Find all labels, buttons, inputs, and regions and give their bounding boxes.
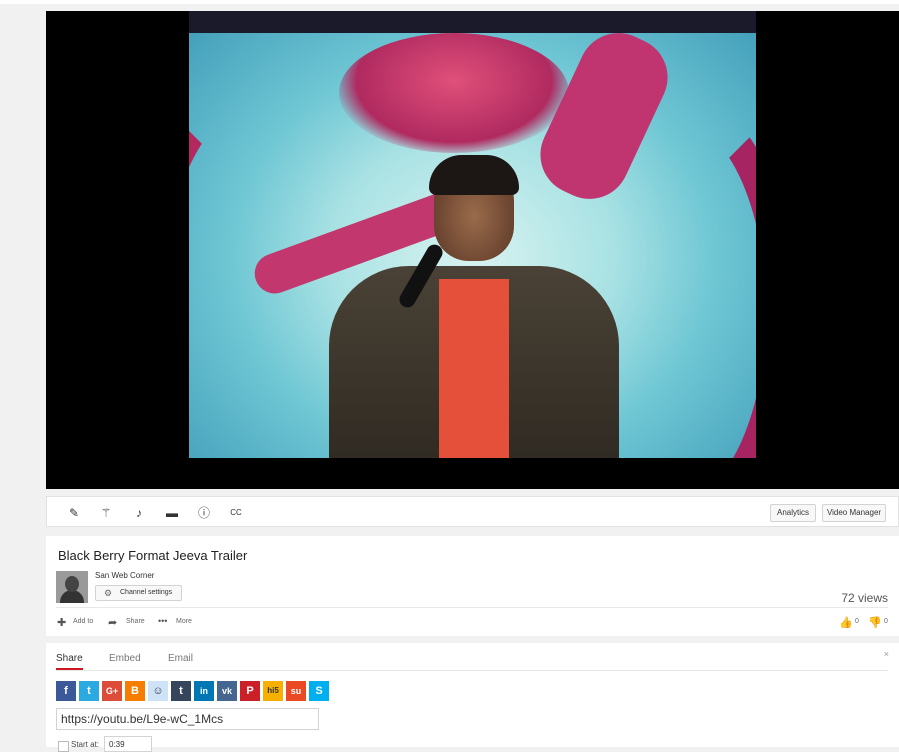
thumbs-up-icon[interactable]: 👍 xyxy=(839,616,853,629)
gear-icon: ⚙ xyxy=(104,588,113,598)
start-at-field[interactable] xyxy=(104,736,152,752)
more-dots-icon[interactable]: ••• xyxy=(158,616,167,626)
share-arrow-icon[interactable]: ➦ xyxy=(108,616,117,629)
twitter-share-button[interactable]: t xyxy=(79,681,99,701)
stumbleupon-share-button[interactable]: su xyxy=(286,681,306,701)
divider xyxy=(56,607,888,608)
captions-icon[interactable]: CC xyxy=(229,506,243,520)
more-button[interactable]: More xyxy=(176,618,192,625)
share-url-field[interactable] xyxy=(56,708,319,730)
channel-settings-button[interactable]: ⚙ Channel settings xyxy=(95,585,182,601)
magic-wand-icon[interactable]: ⚚ xyxy=(99,506,113,520)
video-frame[interactable] xyxy=(189,11,756,458)
analytics-button[interactable]: Analytics xyxy=(770,504,816,522)
start-at-label: Start at: xyxy=(71,740,100,749)
skype-share-button[interactable]: S xyxy=(309,681,329,701)
video-info-panel: Black Berry Format Jeeva Trailer San Web… xyxy=(46,536,899,636)
like-count: 0 xyxy=(855,618,859,625)
reddit-share-button[interactable]: ☺ xyxy=(148,681,168,701)
share-panel: Share Embed Email × ftG+B☺tinvkPhi5suS S… xyxy=(46,643,899,752)
music-note-icon[interactable]: ♪ xyxy=(132,506,146,520)
tab-email[interactable]: Email xyxy=(168,653,193,664)
linkedin-share-button[interactable]: in xyxy=(194,681,214,701)
facebook-share-button[interactable]: f xyxy=(56,681,76,701)
video-manager-button[interactable]: Video Manager xyxy=(822,504,886,522)
video-player[interactable] xyxy=(46,11,899,489)
video-edit-toolbar: ✎ ⚚ ♪ ▬ ⓘ CC Analytics Video Manager xyxy=(46,496,899,527)
tab-share[interactable]: Share xyxy=(56,653,83,664)
divider xyxy=(56,670,888,671)
plus-icon[interactable]: ✚ xyxy=(57,616,66,629)
view-count: 72 views xyxy=(841,591,888,605)
annotations-icon[interactable]: ▬ xyxy=(165,506,179,520)
channel-name[interactable]: San Web Corner xyxy=(95,571,154,580)
avatar[interactable] xyxy=(56,571,88,603)
top-strip xyxy=(0,0,899,4)
info-icon[interactable]: ⓘ xyxy=(197,506,211,520)
tab-embed[interactable]: Embed xyxy=(109,653,141,664)
blogger-share-button[interactable]: B xyxy=(125,681,145,701)
singer-figure xyxy=(329,155,619,458)
add-to-button[interactable]: Add to xyxy=(73,618,93,625)
google-plus-share-button[interactable]: G+ xyxy=(102,681,122,701)
share-button[interactable]: Share xyxy=(126,618,145,625)
thumbs-down-icon[interactable]: 👎 xyxy=(868,616,882,629)
vk-share-button[interactable]: vk xyxy=(217,681,237,701)
pencil-icon[interactable]: ✎ xyxy=(67,506,81,520)
pinterest-share-button[interactable]: P xyxy=(240,681,260,701)
video-title: Black Berry Format Jeeva Trailer xyxy=(58,548,248,563)
channel-settings-label: Channel settings xyxy=(120,589,173,596)
hi5-share-button[interactable]: hi5 xyxy=(263,681,283,701)
close-icon[interactable]: × xyxy=(884,649,889,659)
dislike-count: 0 xyxy=(884,618,888,625)
tumblr-share-button[interactable]: t xyxy=(171,681,191,701)
